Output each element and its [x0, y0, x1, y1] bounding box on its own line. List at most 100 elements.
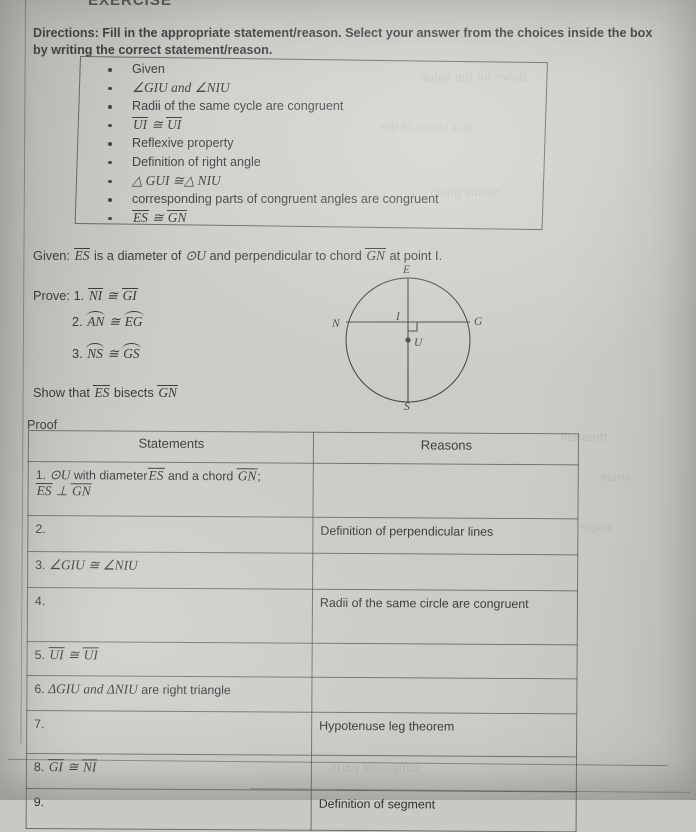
table-row: 5. UI ≅ UI — [27, 641, 578, 679]
choice-item-3[interactable]: Radii of the same cycle are congruent — [96, 97, 536, 116]
choice-item-1[interactable]: Given — [96, 60, 536, 79]
reason-cell-9[interactable]: Definition of segment — [311, 790, 577, 832]
row-number: 5. — [34, 648, 46, 663]
given-tail-text: and perpendicular to chord — [209, 248, 362, 263]
prove-segment-gi: GI — [121, 288, 138, 303]
given-label: Given: — [33, 248, 70, 263]
show-that-chord-gn: GN — [157, 385, 178, 400]
circle-diagram: E S N G U I — [330, 262, 500, 410]
show-that-statement: Show that ES bisects GN — [33, 385, 178, 400]
prove-number-1: 1. — [73, 288, 85, 303]
statement-semicolon: ; — [257, 469, 261, 484]
circle-diagram-svg: E S N G U I — [331, 264, 483, 410]
statement-triangle-niu: ΔNIU — [106, 681, 138, 697]
prove-number-3: 3. — [72, 346, 83, 361]
given-segment-es: ES — [73, 248, 91, 263]
row-number: 7. — [34, 717, 45, 732]
statement-cell-1[interactable]: 1. ⊙U with diameterES and a chord GN; ES… — [27, 461, 314, 518]
statement-segment-es-2: ES — [35, 483, 53, 499]
choice-label: corresponding parts of congruent angles … — [132, 192, 439, 207]
table-row: 1. ⊙U with diameterES and a chord GN; ES… — [27, 461, 579, 519]
table-row: 9. Definition of segment — [26, 788, 577, 832]
congruence-symbol: ≅ — [67, 759, 79, 775]
choices-list: Given ∠GIU and ∠NIU Radii of the same cy… — [96, 60, 536, 227]
choice-item-4[interactable]: UI ≅ UI — [96, 116, 536, 135]
show-that-segment-es: ES — [93, 385, 111, 400]
reason-cell-7[interactable]: Hypotenuse leg theorem — [311, 712, 577, 757]
table-header-row: Statements Reasons — [28, 430, 579, 465]
reason-cell-2[interactable]: Definition of perpendicular lines — [312, 517, 578, 555]
column-header-reasons: Reasons — [313, 432, 579, 465]
prove-arc-eg: EG — [123, 310, 144, 329]
prove-arc-gs: GS — [122, 342, 142, 361]
statement-cell-4[interactable]: 4. — [27, 587, 313, 644]
prove-item-3: 3. NS ≅ GS — [72, 342, 142, 362]
choice-label: ∠GIU and ∠NIU — [132, 79, 230, 95]
choice-label-seg1: ES — [132, 209, 149, 225]
row-number: 3. — [35, 558, 46, 573]
prove-item-1: Prove: 1. NI ≅ GI — [33, 288, 138, 304]
diagram-label-i: I — [395, 311, 401, 323]
diagram-label-e: E — [402, 264, 410, 276]
congruence-symbol: ≅ — [67, 647, 80, 663]
proof-label: Proof — [27, 418, 58, 432]
statement-conjunction: and — [83, 681, 104, 697]
choice-item-6[interactable]: Definition of right angle — [96, 153, 536, 172]
prove-arc-an: AN — [86, 310, 106, 329]
choice-label: Given — [132, 62, 165, 76]
choice-label-seg2: GN — [166, 209, 188, 225]
reason-cell-8[interactable] — [311, 755, 577, 792]
congruence-symbol: ≅ — [106, 288, 118, 303]
congruence-symbol: ≅ — [107, 346, 119, 361]
given-chord-gn: GN — [365, 248, 386, 263]
statement-text-1a: with diameter — [73, 468, 148, 483]
diagram-label-s: S — [404, 401, 410, 410]
row-number: 9. — [33, 795, 45, 810]
prove-segment-ni: NI — [87, 288, 104, 303]
statement-cell-2[interactable]: 2. — [27, 515, 313, 554]
choice-item-8[interactable]: corresponding parts of congruent angles … — [96, 190, 536, 209]
choice-item-7[interactable]: △ GUI ≅△ NIU — [96, 172, 536, 191]
choice-item-2[interactable]: ∠GIU and ∠NIU — [96, 79, 536, 98]
statement-segment-es: ES — [147, 467, 165, 484]
reason-cell-3[interactable] — [312, 553, 578, 591]
choice-item-5[interactable]: Reflexive property — [96, 134, 536, 153]
statement-chord-gn-2: GN — [71, 483, 92, 499]
statement-cell-7[interactable]: 7. — [26, 710, 312, 756]
choice-item-9[interactable]: ES ≅ GN — [96, 209, 536, 228]
page-title: EXERCISE — [88, 0, 172, 9]
congruence-symbol: ≅ — [108, 314, 121, 329]
row-number: 6. — [34, 682, 45, 697]
statement-text-1b: and a chord — [167, 468, 234, 484]
choice-label: Definition of right angle — [132, 154, 261, 169]
prove-item-2: 2. AN ≅ EG — [72, 310, 144, 330]
statement-cell-3[interactable]: 3. ∠GIU ≅ ∠NIU — [27, 551, 313, 590]
choice-label-seg1: UI — [132, 116, 149, 132]
statement-segment-ui-right: UI — [82, 647, 99, 663]
row-number: 8. — [33, 760, 45, 775]
table-row: 2. Definition of perpendicular lines — [27, 515, 578, 555]
statement-text-6: are right triangle — [141, 682, 231, 698]
statement-cell-5[interactable]: 5. UI ≅ UI — [27, 641, 313, 678]
bleed-through-text: angle — [580, 520, 612, 534]
reason-cell-4[interactable]: Radii of the same circle are congruent — [312, 589, 578, 645]
table-row: 4. Radii of the same circle are congruen… — [27, 587, 578, 645]
bleed-through-text: circle — [600, 470, 631, 484]
row-number: 2. — [35, 522, 46, 537]
reason-cell-6[interactable] — [311, 677, 577, 714]
column-header-statements: Statements — [28, 430, 314, 464]
table-row: 7. Hypotenuse leg theorem — [26, 710, 577, 757]
perpendicular-symbol: ⊥ — [55, 483, 68, 499]
circle-u-symbol: ⊙U — [49, 467, 71, 483]
reason-cell-1[interactable] — [312, 463, 579, 519]
statement-cell-8[interactable]: 8. GI ≅ NI — [26, 753, 312, 791]
table-row: 6. ΔGIU and ΔNIU are right triangle — [26, 675, 577, 714]
page-margin-rule — [20, 0, 26, 744]
statement-triangle-giu: ΔGIU — [48, 681, 80, 697]
prove-number-2: 2. — [72, 314, 83, 329]
reason-cell-5[interactable] — [311, 643, 578, 679]
prove-arc-ns: NS — [86, 342, 104, 361]
statement-cell-6[interactable]: 6. ΔGIU and ΔNIU are right triangle — [26, 675, 312, 713]
statement-cell-9[interactable]: 9. — [26, 788, 312, 831]
table-row: 3. ∠GIU ≅ ∠NIU — [27, 551, 578, 591]
